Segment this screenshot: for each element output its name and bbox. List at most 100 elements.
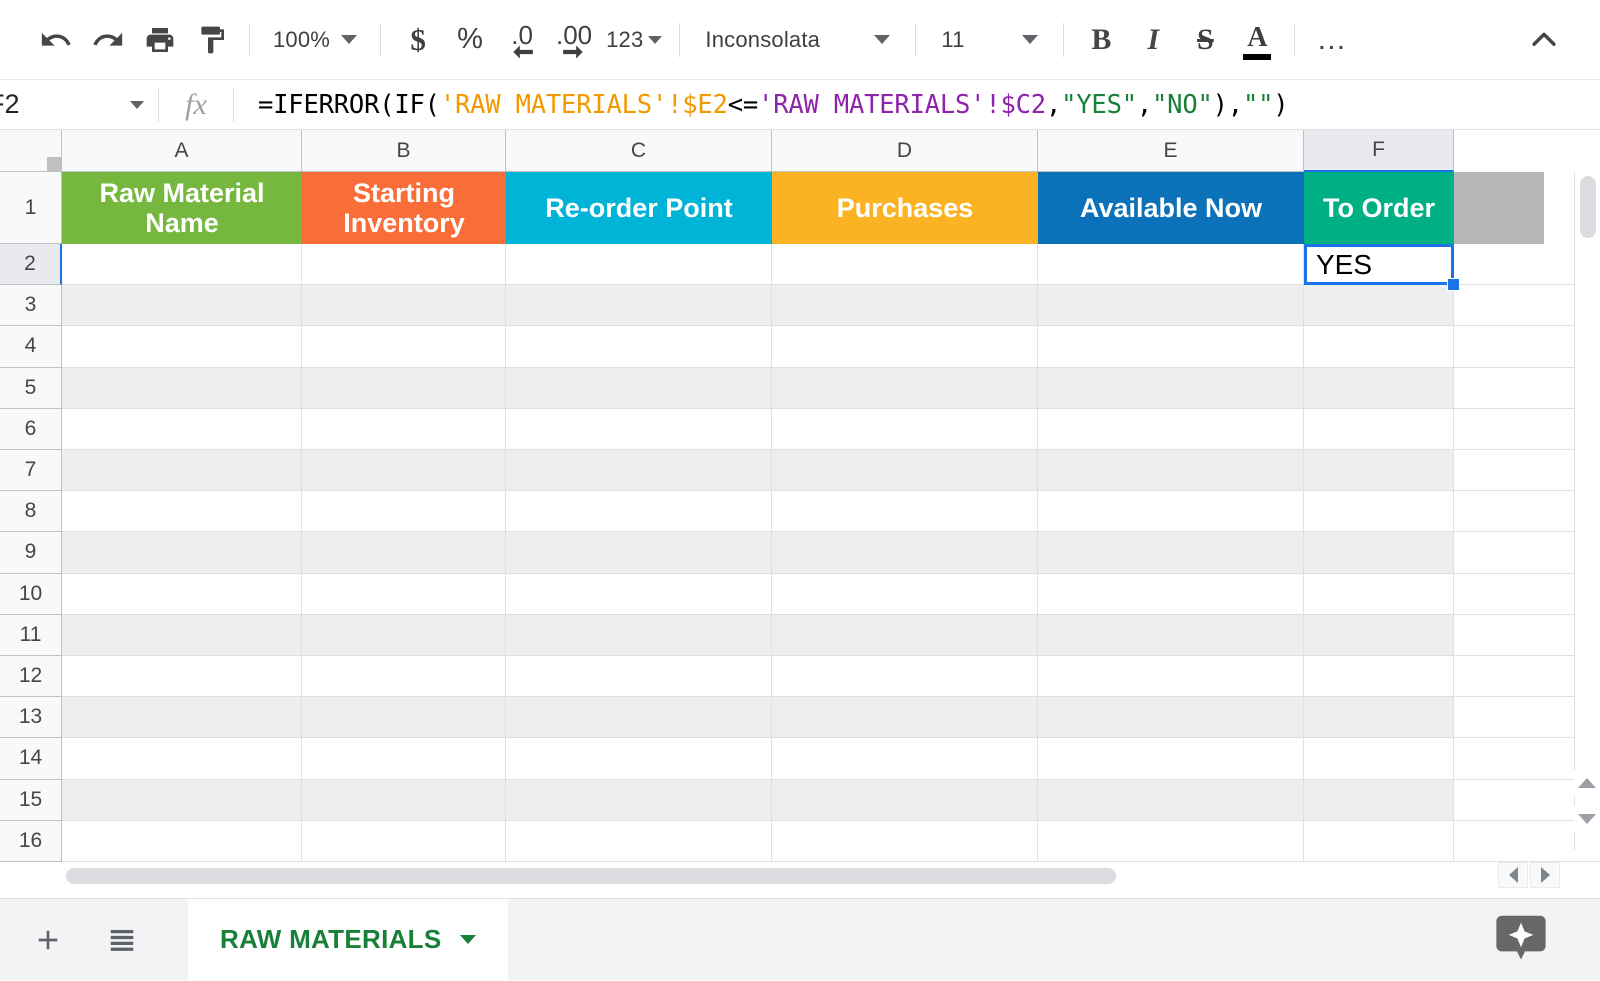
row-header-14[interactable]: 14 bbox=[0, 738, 62, 779]
cell-E4[interactable] bbox=[1038, 326, 1304, 367]
cell-B5[interactable] bbox=[302, 368, 506, 409]
cell-F5[interactable] bbox=[1304, 368, 1454, 409]
row-header-3[interactable]: 3 bbox=[0, 285, 62, 326]
cell-D7[interactable] bbox=[772, 450, 1038, 491]
more-options-button[interactable]: … bbox=[1306, 14, 1358, 66]
cell-B3[interactable] bbox=[302, 285, 506, 326]
cell-F6[interactable] bbox=[1304, 409, 1454, 450]
column-header-C[interactable]: C bbox=[506, 130, 772, 172]
header-cell-F1[interactable]: To Order bbox=[1304, 172, 1454, 244]
cell-B8[interactable] bbox=[302, 491, 506, 532]
cell-B13[interactable] bbox=[302, 697, 506, 738]
strikethrough-button[interactable]: S bbox=[1179, 14, 1231, 66]
cell-A16[interactable] bbox=[62, 821, 302, 862]
cell-A15[interactable] bbox=[62, 780, 302, 821]
row-header-2[interactable]: 2 bbox=[0, 244, 62, 285]
row-header-16[interactable]: 16 bbox=[0, 821, 62, 862]
collapse-toolbar-button[interactable] bbox=[1518, 14, 1570, 66]
cell-C7[interactable] bbox=[506, 450, 772, 491]
cell-F7[interactable] bbox=[1304, 450, 1454, 491]
cell-B16[interactable] bbox=[302, 821, 506, 862]
font-size-selector[interactable]: 11 bbox=[927, 14, 1052, 66]
chevron-down-icon[interactable] bbox=[460, 935, 476, 944]
cell-A11[interactable] bbox=[62, 615, 302, 656]
cell-C6[interactable] bbox=[506, 409, 772, 450]
cell-C9[interactable] bbox=[506, 532, 772, 573]
cell-D11[interactable] bbox=[772, 615, 1038, 656]
cell-A12[interactable] bbox=[62, 656, 302, 697]
cell-A7[interactable] bbox=[62, 450, 302, 491]
cell-B7[interactable] bbox=[302, 450, 506, 491]
cell-E16[interactable] bbox=[1038, 821, 1304, 862]
cell-D3[interactable] bbox=[772, 285, 1038, 326]
cell-F8[interactable] bbox=[1304, 491, 1454, 532]
cell-C3[interactable] bbox=[506, 285, 772, 326]
cell-C16[interactable] bbox=[506, 821, 772, 862]
cell-C12[interactable] bbox=[506, 656, 772, 697]
cell-F13[interactable] bbox=[1304, 697, 1454, 738]
percent-format-button[interactable]: % bbox=[444, 14, 496, 66]
header-cell-D1[interactable]: Purchases bbox=[772, 172, 1038, 244]
currency-format-button[interactable]: $ bbox=[392, 14, 444, 66]
header-cell-G1[interactable] bbox=[1454, 172, 1544, 244]
cell-D13[interactable] bbox=[772, 697, 1038, 738]
cell-F3[interactable] bbox=[1304, 285, 1454, 326]
text-color-button[interactable]: A bbox=[1231, 14, 1283, 66]
sheet-tab-raw-materials[interactable]: RAW MATERIALS bbox=[188, 899, 508, 981]
row-header-9[interactable]: 9 bbox=[0, 532, 62, 573]
cell-B6[interactable] bbox=[302, 409, 506, 450]
vertical-scrollbar[interactable] bbox=[1574, 172, 1600, 850]
row-header-8[interactable]: 8 bbox=[0, 491, 62, 532]
cell-F15[interactable] bbox=[1304, 780, 1454, 821]
cell-C5[interactable] bbox=[506, 368, 772, 409]
cell-B9[interactable] bbox=[302, 532, 506, 573]
cell-B12[interactable] bbox=[302, 656, 506, 697]
cell-A14[interactable] bbox=[62, 738, 302, 779]
increase-decimal-button[interactable]: .00 bbox=[548, 14, 600, 66]
cell-F16[interactable] bbox=[1304, 821, 1454, 862]
cell-A2[interactable] bbox=[62, 244, 302, 285]
cell-B10[interactable] bbox=[302, 574, 506, 615]
cell-F2[interactable] bbox=[1304, 244, 1454, 285]
cell-B4[interactable] bbox=[302, 326, 506, 367]
add-sheet-button[interactable] bbox=[22, 914, 74, 966]
row-header-15[interactable]: 15 bbox=[0, 780, 62, 821]
row-header-13[interactable]: 13 bbox=[0, 697, 62, 738]
row-header-4[interactable]: 4 bbox=[0, 326, 62, 367]
cell-E7[interactable] bbox=[1038, 450, 1304, 491]
row-header-7[interactable]: 7 bbox=[0, 450, 62, 491]
cell-C4[interactable] bbox=[506, 326, 772, 367]
cell-B11[interactable] bbox=[302, 615, 506, 656]
cell-F4[interactable] bbox=[1304, 326, 1454, 367]
column-header-E[interactable]: E bbox=[1038, 130, 1304, 172]
horizontal-scrollbar-thumb[interactable] bbox=[66, 868, 1116, 884]
cell-E10[interactable] bbox=[1038, 574, 1304, 615]
column-header-F[interactable]: F bbox=[1304, 130, 1454, 172]
cell-E6[interactable] bbox=[1038, 409, 1304, 450]
vertical-scrollbar-thumb[interactable] bbox=[1580, 176, 1596, 238]
select-all-corner[interactable] bbox=[0, 130, 62, 172]
cell-C15[interactable] bbox=[506, 780, 772, 821]
cell-A10[interactable] bbox=[62, 574, 302, 615]
zoom-selector[interactable]: 100% bbox=[261, 14, 369, 66]
fill-handle[interactable] bbox=[1447, 278, 1460, 291]
cell-E2[interactable] bbox=[1038, 244, 1304, 285]
cell-E15[interactable] bbox=[1038, 780, 1304, 821]
cell-A3[interactable] bbox=[62, 285, 302, 326]
cell-C10[interactable] bbox=[506, 574, 772, 615]
horizontal-scrollbar[interactable] bbox=[62, 862, 1500, 890]
cell-D4[interactable] bbox=[772, 326, 1038, 367]
number-format-selector[interactable]: 123 bbox=[600, 14, 668, 66]
cell-B14[interactable] bbox=[302, 738, 506, 779]
cell-A5[interactable] bbox=[62, 368, 302, 409]
cell-C8[interactable] bbox=[506, 491, 772, 532]
cell-A4[interactable] bbox=[62, 326, 302, 367]
formula-input[interactable]: =IFERROR(IF('RAW MATERIALS'!$E2<='RAW MA… bbox=[234, 80, 1600, 129]
cell-F14[interactable] bbox=[1304, 738, 1454, 779]
italic-button[interactable]: I bbox=[1127, 14, 1179, 66]
scroll-down-button[interactable] bbox=[1574, 806, 1600, 832]
cell-E8[interactable] bbox=[1038, 491, 1304, 532]
explore-button[interactable] bbox=[1494, 912, 1548, 966]
header-cell-E1[interactable]: Available Now bbox=[1038, 172, 1304, 244]
cell-E5[interactable] bbox=[1038, 368, 1304, 409]
